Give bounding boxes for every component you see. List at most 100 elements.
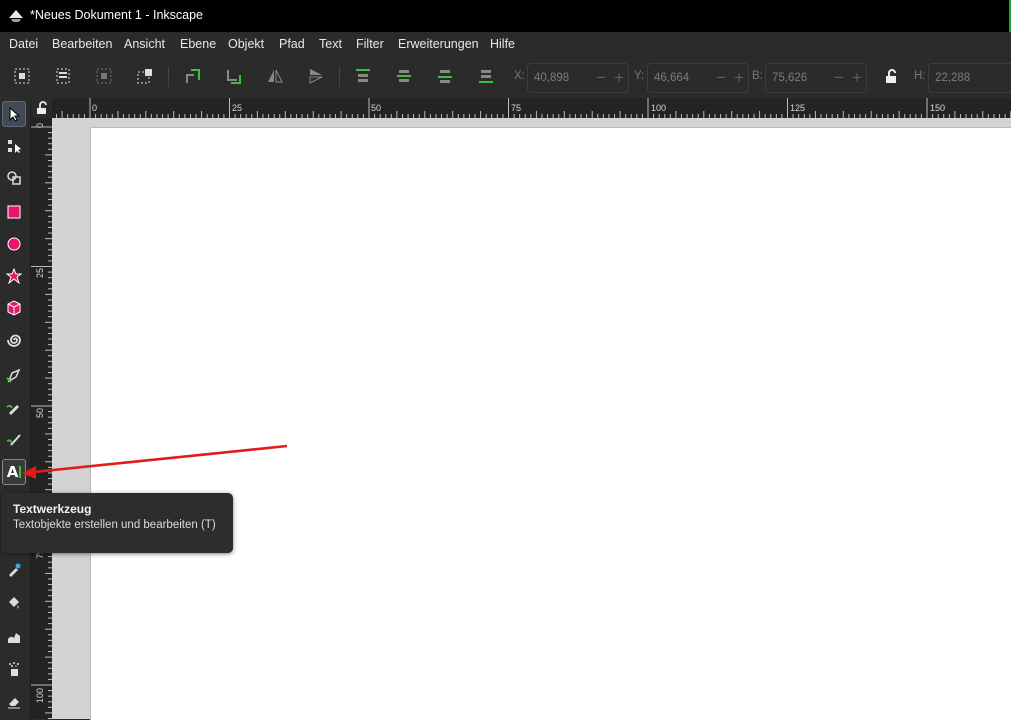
dropper-tool-button[interactable] — [2, 557, 26, 583]
spray-icon — [9, 662, 19, 676]
star-polygon-icon — [6, 268, 22, 284]
lock-guides-icon[interactable] — [35, 101, 49, 115]
rectangle-icon — [7, 205, 21, 219]
rotate-cw-icon — [227, 70, 241, 84]
deselect-button[interactable] — [93, 65, 115, 87]
vruler-label: 50 — [35, 407, 45, 418]
lower-icon — [438, 70, 452, 83]
menu-bar: Datei Bearbeiten Ansicht Ebene Objekt Pf… — [0, 32, 1011, 56]
vruler-label: 25 — [35, 267, 45, 278]
x-label: X: — [514, 70, 525, 82]
rotate-ccw-button[interactable] — [182, 65, 204, 87]
select-all-layers-icon — [56, 68, 70, 84]
horizontal-ruler[interactable]: 0 25 50 75 100 125 150 — [52, 98, 1011, 118]
node-tool-icon — [8, 140, 21, 153]
lower-button[interactable] — [434, 65, 456, 87]
y-decrement-button[interactable]: − — [712, 64, 730, 92]
touch-select-icon — [137, 69, 152, 84]
toolbar-separator — [168, 67, 169, 87]
y-spinbox[interactable]: 46,664 − + — [647, 63, 749, 93]
hruler-label: 50 — [371, 103, 382, 113]
toolbar-separator — [339, 67, 340, 87]
lock-proportions-button[interactable] — [880, 65, 902, 87]
hruler-label: 75 — [511, 103, 522, 113]
calligraphy-icon — [6, 434, 21, 446]
node-tool-button[interactable] — [2, 133, 26, 159]
menu-pfad[interactable]: Pfad — [279, 37, 305, 51]
ellipse-tool-button[interactable] — [2, 231, 26, 257]
menu-datei[interactable]: Datei — [9, 37, 38, 51]
horizontal-ruler-ticks — [56, 98, 1011, 118]
eraser-tool-button[interactable] — [2, 688, 26, 714]
shape-builder-icon — [7, 171, 21, 185]
width-label: B: — [752, 70, 763, 82]
eraser-icon — [8, 698, 20, 709]
width-increment-button[interactable]: + — [848, 64, 866, 92]
x-decrement-button[interactable]: − — [592, 64, 610, 92]
selector-tool-button[interactable] — [2, 101, 26, 127]
menu-hilfe[interactable]: Hilfe — [490, 37, 515, 51]
flip-vertical-button[interactable] — [305, 65, 327, 87]
lower-to-bottom-icon — [479, 70, 493, 83]
star-tool-button[interactable] — [2, 263, 26, 289]
select-all-icon — [14, 68, 30, 84]
width-input[interactable]: 75,626 — [766, 72, 830, 84]
tool-controls-bar: X: 40,898 − + Y: 46,664 − + B: 75,626 − … — [0, 56, 1011, 99]
paint-bucket-tool-button[interactable] — [2, 589, 26, 615]
select-all-button[interactable] — [11, 65, 33, 87]
deselect-icon — [96, 68, 112, 84]
y-label: Y: — [634, 70, 645, 82]
lower-to-bottom-button[interactable] — [475, 65, 497, 87]
vertical-ruler-ticks — [31, 126, 52, 719]
shape-builder-tool-button[interactable] — [2, 165, 26, 191]
pen-tool-button[interactable] — [2, 363, 26, 389]
tooltip-description: Textobjekte erstellen und bearbeiten (T) — [13, 519, 216, 531]
spray-tool-button[interactable] — [2, 656, 26, 682]
toolbox: A — [0, 98, 31, 719]
3d-box-tool-button[interactable] — [2, 295, 26, 321]
menu-objekt[interactable]: Objekt — [228, 37, 264, 51]
paint-bucket-icon — [9, 597, 19, 609]
raise-to-top-button[interactable] — [352, 65, 374, 87]
raise-button[interactable] — [393, 65, 415, 87]
spiral-tool-button[interactable] — [2, 327, 26, 353]
height-spinbox[interactable]: 22,288 — [928, 63, 1011, 93]
width-spinbox[interactable]: 75,626 − + — [765, 63, 867, 93]
y-increment-button[interactable]: + — [730, 64, 748, 92]
tweak-tool-button[interactable] — [2, 624, 26, 650]
touch-select-button[interactable] — [134, 65, 156, 87]
spiral-icon — [7, 334, 21, 347]
menu-ansicht[interactable]: Ansicht — [124, 37, 165, 51]
calligraphy-tool-button[interactable] — [2, 427, 26, 453]
text-tool-tooltip: Textwerkzeug Textobjekte erstellen und b… — [1, 493, 233, 553]
x-spinbox[interactable]: 40,898 − + — [527, 63, 629, 93]
hruler-label: 150 — [930, 103, 946, 113]
menu-erweiterungen[interactable]: Erweiterungen — [398, 37, 479, 51]
rotate-cw-button[interactable] — [223, 65, 245, 87]
menu-text[interactable]: Text — [319, 37, 342, 51]
flip-horizontal-icon — [268, 69, 283, 83]
height-input[interactable]: 22,288 — [929, 72, 1011, 84]
vruler-label: 0 — [35, 122, 45, 128]
select-all-layers-button[interactable] — [52, 65, 74, 87]
tooltip-title: Textwerkzeug — [13, 502, 92, 516]
text-tool-button[interactable]: A — [2, 459, 26, 485]
y-input[interactable]: 46,664 — [648, 72, 712, 84]
flip-horizontal-button[interactable] — [264, 65, 286, 87]
title-bar: *Neues Dokument 1 - Inkscape — [0, 0, 1011, 32]
x-input[interactable]: 40,898 — [528, 72, 592, 84]
menu-ebene[interactable]: Ebene — [180, 37, 216, 51]
vertical-ruler[interactable]: 0 25 50 75 100 — [31, 118, 52, 719]
rectangle-tool-button[interactable] — [2, 199, 26, 225]
menu-bearbeiten[interactable]: Bearbeiten — [52, 37, 112, 51]
vruler-label: 100 — [35, 687, 45, 703]
hruler-label: 25 — [232, 103, 243, 113]
width-decrement-button[interactable]: − — [830, 64, 848, 92]
menu-filter[interactable]: Filter — [356, 37, 384, 51]
flip-vertical-icon — [309, 69, 323, 84]
hruler-label: 125 — [790, 103, 806, 113]
pencil-tool-button[interactable] — [2, 395, 26, 421]
document-page[interactable] — [90, 127, 1011, 720]
x-increment-button[interactable]: + — [610, 64, 628, 92]
text-tool-icon: A — [6, 463, 19, 481]
